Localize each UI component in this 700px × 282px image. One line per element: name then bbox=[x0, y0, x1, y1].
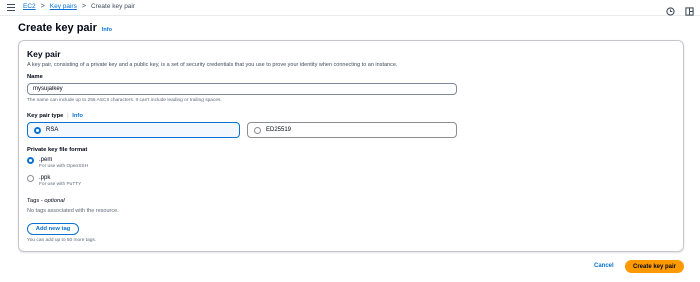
tags-optional-text: optional bbox=[44, 198, 65, 204]
top-navigation-bar: EC2 > Key pairs > Create key pair bbox=[0, 0, 700, 16]
key-pair-type-info-link[interactable]: Info bbox=[72, 113, 83, 119]
tags-limit-hint: You can add up to 50 more tags. bbox=[27, 238, 97, 243]
create-key-pair-button[interactable]: Create key pair bbox=[625, 260, 684, 273]
page-title: Create key pair bbox=[18, 22, 97, 34]
key-pair-panel: Key pair A key pair, consisting of a pri… bbox=[18, 40, 684, 252]
tags-title-text: Tags - bbox=[27, 198, 45, 204]
clock-icon[interactable] bbox=[666, 3, 675, 21]
format-option-pem[interactable]: .pem For use with OpenSSH bbox=[27, 157, 88, 170]
add-new-tag-button[interactable]: Add new tag bbox=[27, 223, 79, 235]
rsa-label: RSA bbox=[46, 127, 59, 133]
ed25519-label: ED25519 bbox=[266, 127, 292, 133]
hamburger-menu-icon[interactable] bbox=[7, 4, 15, 11]
no-tags-message: No tags associated with the resource. bbox=[27, 208, 119, 214]
name-label: Name bbox=[27, 74, 43, 80]
rsa-radio[interactable] bbox=[34, 126, 41, 134]
ppk-label: .ppk bbox=[39, 175, 51, 181]
panel-description: A key pair, consisting of a private key … bbox=[27, 62, 398, 68]
pem-label: .pem bbox=[39, 157, 53, 163]
breadcrumb-separator: > bbox=[40, 3, 45, 10]
panel-title: Key pair bbox=[27, 49, 61, 59]
tags-title: Tags - optional bbox=[27, 198, 65, 204]
key-pair-name-input[interactable] bbox=[27, 83, 457, 95]
split-panel-icon[interactable] bbox=[685, 3, 694, 21]
breadcrumb-key-pairs-link[interactable]: Key pairs bbox=[50, 3, 77, 10]
breadcrumb-current: Create key pair bbox=[90, 3, 136, 10]
ppk-radio[interactable] bbox=[27, 175, 34, 182]
pem-description: For use with OpenSSH bbox=[39, 164, 89, 169]
pem-radio[interactable] bbox=[27, 157, 34, 164]
key-type-option-ed25519[interactable]: ED25519 bbox=[247, 122, 457, 138]
key-pair-type-label-text: Key pair type bbox=[27, 113, 64, 119]
breadcrumb-separator: > bbox=[81, 3, 86, 10]
ed25519-radio[interactable] bbox=[254, 126, 261, 134]
breadcrumb-ec2-link[interactable]: EC2 bbox=[23, 3, 36, 10]
name-hint: The name can include up to 255 ASCII cha… bbox=[27, 98, 222, 103]
key-type-option-rsa[interactable]: RSA bbox=[27, 122, 240, 138]
ppk-description: For use with PuTTY bbox=[39, 182, 82, 187]
page-info-link[interactable]: Info bbox=[102, 27, 112, 33]
format-option-ppk[interactable]: .ppk For use with PuTTY bbox=[27, 175, 81, 188]
private-key-format-label: Private key file format bbox=[27, 147, 88, 153]
key-pair-type-label: Key pair type | Info bbox=[27, 113, 83, 119]
cancel-button[interactable]: Cancel bbox=[594, 263, 614, 269]
breadcrumb: EC2 > Key pairs > Create key pair bbox=[23, 3, 135, 10]
